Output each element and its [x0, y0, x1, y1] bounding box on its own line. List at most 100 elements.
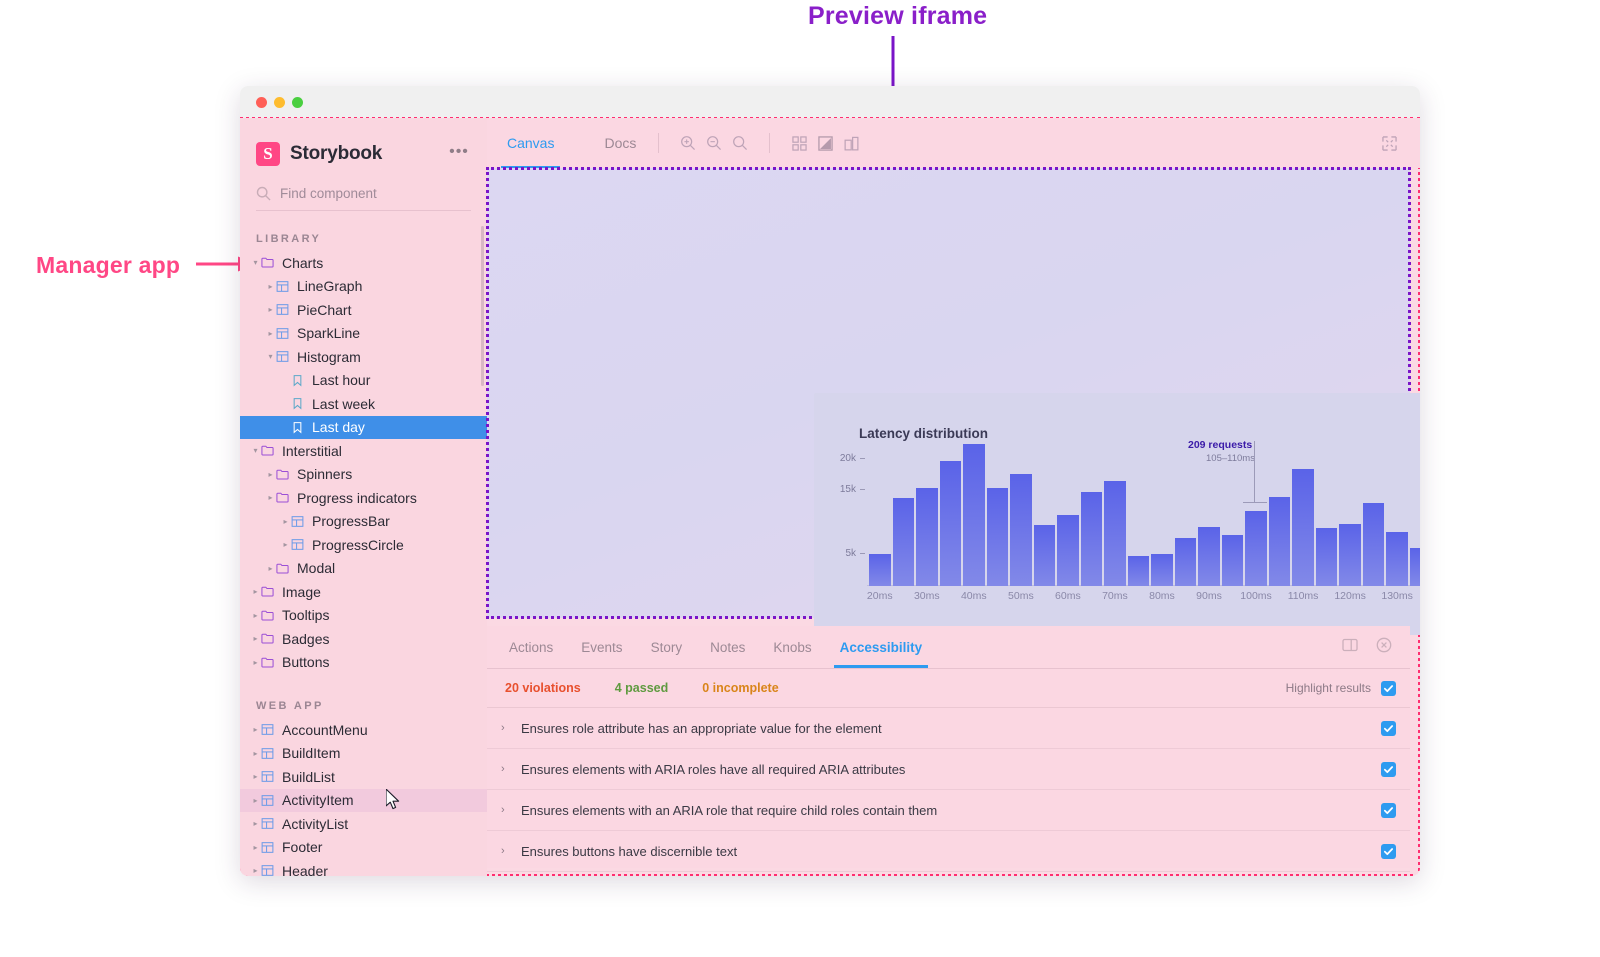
tab-story[interactable]: Story [637, 626, 697, 668]
sidebar-item-modal[interactable]: ▸ Modal [240, 557, 487, 581]
violation-row[interactable]: › Ensures buttons have discernible text [487, 831, 1410, 872]
window-maximize-button[interactable] [292, 97, 303, 108]
window-close-button[interactable] [256, 97, 267, 108]
chevron-right-icon[interactable]: ▸ [265, 275, 276, 298]
sidebar-item-interstitial[interactable]: ▾ Interstitial [240, 439, 487, 463]
sidebar-item-histogram[interactable]: ▾ Histogram [240, 345, 487, 369]
violation-row[interactable]: › Ensures role attribute has an appropria… [487, 708, 1410, 749]
tab-notes[interactable]: Notes [696, 626, 759, 668]
chevron-right-icon[interactable]: › [501, 763, 521, 775]
tab-actions[interactable]: Actions [495, 626, 567, 668]
chevron-right-icon[interactable]: ▸ [265, 486, 276, 509]
chevron-right-icon[interactable]: ▸ [280, 533, 291, 556]
violation-text: Ensures elements with ARIA roles have al… [521, 761, 906, 777]
violation-checkbox[interactable] [1381, 802, 1396, 818]
sidebar-item-label: Last hour [312, 372, 371, 389]
chevron-right-icon[interactable]: ▸ [265, 557, 276, 580]
tab-canvas[interactable]: Canvas [501, 118, 561, 168]
chevron-right-icon[interactable]: ▸ [265, 298, 276, 321]
chevron-right-icon[interactable]: ▸ [250, 859, 261, 876]
sidebar-item-header[interactable]: ▸ Header [240, 859, 487, 876]
component-icon [261, 747, 278, 760]
panel-position-icon[interactable] [1342, 637, 1362, 657]
sidebar-item-footer[interactable]: ▸ Footer [240, 836, 487, 860]
chevron-right-icon[interactable]: ▸ [250, 651, 261, 674]
window-minimize-button[interactable] [274, 97, 285, 108]
measure-icon[interactable] [838, 130, 864, 156]
sidebar-item-image[interactable]: ▸ Image [240, 580, 487, 604]
contrast-icon[interactable] [812, 130, 838, 156]
histogram-bar [1033, 525, 1056, 586]
tab-accessibility[interactable]: Accessibility [826, 626, 937, 668]
histogram-bar [1268, 497, 1291, 586]
histogram-bar [892, 498, 915, 586]
chevron-right-icon[interactable]: ▸ [250, 580, 261, 603]
sidebar-item-progress-indicators[interactable]: ▸ Progress indicators [240, 486, 487, 510]
sidebar-item-accountmenu[interactable]: ▸ AccountMenu [240, 718, 487, 742]
overflow-menu-icon[interactable]: ••• [447, 142, 471, 166]
tab-events[interactable]: Events [567, 626, 636, 668]
highlight-results-checkbox[interactable] [1381, 680, 1396, 696]
component-icon [261, 770, 278, 783]
sidebar-item-last-day[interactable]: Last day [240, 415, 487, 439]
chevron-right-icon[interactable]: ▸ [265, 322, 276, 345]
violation-row[interactable]: › Ensures elements with an ARIA role that… [487, 790, 1410, 831]
tab-docs[interactable]: Docs [598, 118, 642, 168]
sidebar-item-tooltips[interactable]: ▸ Tooltips [240, 604, 487, 628]
result-passed[interactable]: 4 passed [615, 681, 669, 695]
violation-checkbox[interactable] [1381, 720, 1396, 736]
chevron-down-icon[interactable]: ▾ [250, 439, 261, 462]
violation-row[interactable]: › Ensures elements with ARIA roles have a… [487, 749, 1410, 790]
violation-checkbox[interactable] [1381, 761, 1396, 777]
sidebar-item-progresscircle[interactable]: ▸ ProgressCircle [240, 533, 487, 557]
chevron-right-icon[interactable]: ▸ [250, 789, 261, 812]
sidebar-item-last-week[interactable]: Last week [240, 392, 487, 416]
sidebar-item-linegraph[interactable]: ▸ LineGraph [240, 275, 487, 299]
sidebar-item-sparkline[interactable]: ▸ SparkLine [240, 322, 487, 346]
sidebar-item-activitylist[interactable]: ▸ ActivityList [240, 812, 487, 836]
sidebar-item-badges[interactable]: ▸ Badges [240, 627, 487, 651]
sidebar-item-buttons[interactable]: ▸ Buttons [240, 651, 487, 675]
violation-checkbox[interactable] [1381, 843, 1396, 859]
chevron-down-icon[interactable]: ▾ [250, 251, 261, 274]
sidebar-item-spinners[interactable]: ▸ Spinners [240, 463, 487, 487]
chevron-right-icon[interactable]: › [501, 722, 521, 734]
result-violations[interactable]: 20 violations [505, 681, 581, 695]
preview-toolbar: Canvas Docs [487, 118, 1420, 168]
fullscreen-icon[interactable] [1376, 130, 1402, 156]
chevron-right-icon[interactable]: ▸ [250, 812, 261, 835]
result-incomplete[interactable]: 0 incomplete [702, 681, 778, 695]
chevron-right-icon[interactable]: ▸ [250, 765, 261, 788]
search-row[interactable]: Find component [256, 186, 471, 211]
sidebar-item-builditem[interactable]: ▸ BuildItem [240, 742, 487, 766]
sidebar-item-progressbar[interactable]: ▸ ProgressBar [240, 510, 487, 534]
sidebar-item-activityitem[interactable]: ▸ ActivityItem [240, 788, 487, 812]
sidebar-scrollbar[interactable] [480, 226, 484, 386]
chevron-right-icon[interactable]: › [501, 804, 521, 816]
y-axis-tick: 5k [824, 548, 865, 559]
zoom-out-icon[interactable] [701, 130, 727, 156]
chevron-down-icon[interactable]: ▾ [265, 345, 276, 368]
component-icon [261, 817, 278, 830]
component-icon [276, 327, 293, 340]
chevron-right-icon[interactable]: ▸ [250, 627, 261, 650]
sidebar-item-charts[interactable]: ▾ Charts [240, 251, 487, 275]
chevron-right-icon[interactable]: ▸ [250, 718, 261, 741]
sidebar-item-piechart[interactable]: ▸ PieChart [240, 298, 487, 322]
search-input[interactable]: Find component [280, 186, 377, 201]
chevron-right-icon[interactable]: ▸ [250, 604, 261, 627]
grid-background-icon[interactable] [786, 130, 812, 156]
chevron-right-icon[interactable]: ▸ [250, 836, 261, 859]
sidebar-item-last-hour[interactable]: Last hour [240, 369, 487, 393]
chevron-right-icon[interactable]: ▸ [280, 510, 291, 533]
zoom-in-icon[interactable] [675, 130, 701, 156]
chevron-right-icon[interactable]: › [501, 845, 521, 857]
chevron-right-icon[interactable]: ▸ [265, 463, 276, 486]
close-panel-icon[interactable] [1376, 637, 1396, 657]
chevron-right-icon[interactable]: ▸ [250, 742, 261, 765]
zoom-reset-icon[interactable] [727, 130, 753, 156]
sidebar-item-buildlist[interactable]: ▸ BuildList [240, 765, 487, 789]
x-axis-tick: 130ms [1381, 590, 1413, 602]
tab-knobs[interactable]: Knobs [759, 626, 825, 668]
x-axis-tick: 40ms [960, 590, 987, 602]
